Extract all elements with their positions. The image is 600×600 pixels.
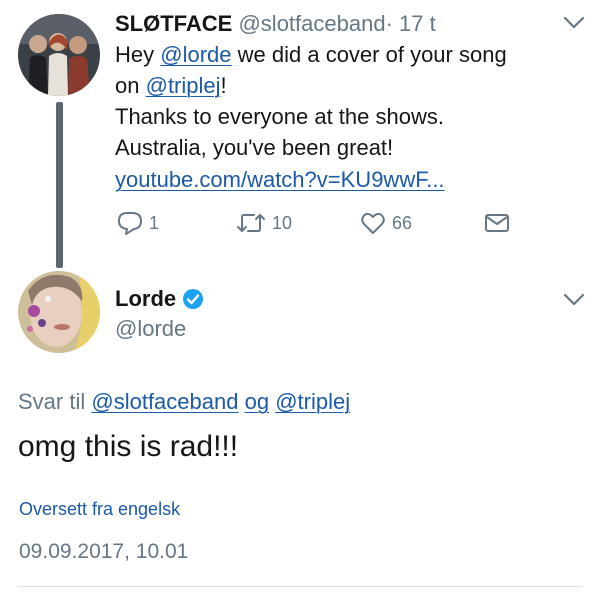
tweet2-handle[interactable]: @lorde bbox=[115, 313, 186, 344]
tweet1-text-on: on bbox=[115, 73, 140, 98]
tweet1-text-line3: Thanks to everyone at the shows. bbox=[115, 104, 444, 129]
tweet2-menu-button[interactable] bbox=[563, 293, 585, 312]
verified-badge-icon bbox=[183, 288, 204, 309]
like-button[interactable]: 66 bbox=[360, 211, 412, 235]
retweet-button[interactable]: 10 bbox=[236, 211, 292, 235]
reply-icon bbox=[118, 212, 142, 235]
retweet-icon bbox=[237, 214, 265, 232]
tweet2-text: omg this is rad!!! bbox=[18, 430, 239, 463]
tweet1-header: SLØTFACE @slotfaceband· 17 t bbox=[115, 8, 436, 39]
reply-prefix: Svar til bbox=[18, 389, 86, 414]
tweet1-menu-button[interactable] bbox=[563, 16, 585, 35]
mention-lorde-link[interactable]: @lorde bbox=[160, 42, 231, 67]
youtube-link[interactable]: youtube.com/watch?v=KU9wwF... bbox=[115, 167, 445, 192]
chevron-down-icon bbox=[563, 293, 585, 306]
like-count: 66 bbox=[392, 212, 413, 233]
tweet1-text-hey: Hey bbox=[115, 42, 155, 67]
tweet1-display-name[interactable]: SLØTFACE bbox=[115, 11, 232, 36]
lorde-avatar[interactable] bbox=[18, 271, 100, 353]
dm-button[interactable] bbox=[484, 212, 510, 239]
chevron-down-icon bbox=[563, 16, 585, 29]
tweet2-display-name-row: Lorde bbox=[115, 283, 204, 314]
tweet1-text-line2: on @triplej! bbox=[115, 70, 227, 101]
tweet1-text-exclaim: ! bbox=[220, 73, 227, 98]
reply-context: Svar til @slotfaceband og @triplej bbox=[18, 386, 350, 417]
reply-and[interactable]: og bbox=[245, 389, 269, 414]
reply-user-slotfaceband[interactable]: @slotfaceband bbox=[91, 389, 238, 414]
mention-triplej-link[interactable]: @triplej bbox=[146, 73, 221, 98]
thread-line bbox=[56, 102, 63, 268]
tweet1-text-line1: Hey @lorde we did a cover of your song bbox=[115, 39, 507, 70]
band-photo bbox=[18, 14, 100, 96]
retweet-count: 10 bbox=[272, 212, 293, 233]
tweet1-handle[interactable]: @slotfaceband bbox=[238, 11, 385, 36]
translate-link[interactable]: Oversett fra engelsk bbox=[19, 497, 180, 521]
envelope-icon bbox=[485, 214, 509, 232]
slotface-avatar[interactable] bbox=[18, 14, 100, 96]
tweet1-text-line4: Australia, you've been great! bbox=[115, 135, 394, 160]
tweet1-text-cover: we did a cover of your song bbox=[237, 42, 507, 67]
tweet2-timestamp: 09.09.2017, 10.01 bbox=[19, 540, 189, 563]
bottom-divider bbox=[18, 586, 582, 587]
tweet2-display-name[interactable]: Lorde bbox=[115, 283, 176, 314]
lorde-photo bbox=[18, 271, 100, 353]
tweet1-separator: · bbox=[385, 11, 393, 36]
reply-count: 1 bbox=[149, 212, 160, 233]
reply-button[interactable]: 1 bbox=[117, 211, 159, 235]
tweet1-link-line: youtube.com/watch?v=KU9wwF... bbox=[115, 164, 445, 195]
heart-icon bbox=[361, 212, 385, 234]
tweet1-time[interactable]: 17 t bbox=[399, 11, 436, 36]
reply-user-triplej[interactable]: @triplej bbox=[275, 389, 350, 414]
